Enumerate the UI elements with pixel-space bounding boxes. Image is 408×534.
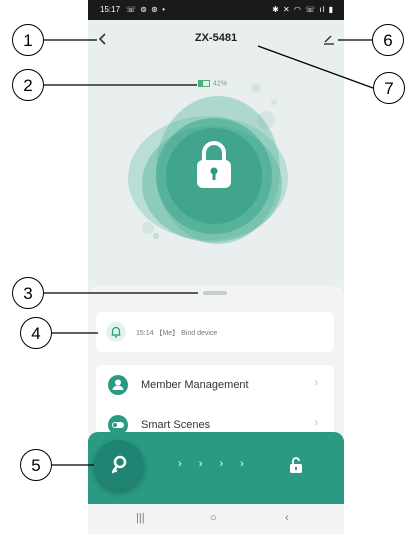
callout-marker: 3 bbox=[12, 277, 44, 309]
callout-marker: 5 bbox=[20, 449, 52, 481]
callout-marker: 1 bbox=[12, 24, 44, 56]
callout-marker: 2 bbox=[12, 69, 44, 101]
callout-marker: 7 bbox=[373, 72, 405, 104]
callout-marker: 6 bbox=[372, 24, 404, 56]
callout-marker: 4 bbox=[20, 317, 52, 349]
callout-leader-lines bbox=[44, 39, 374, 466]
